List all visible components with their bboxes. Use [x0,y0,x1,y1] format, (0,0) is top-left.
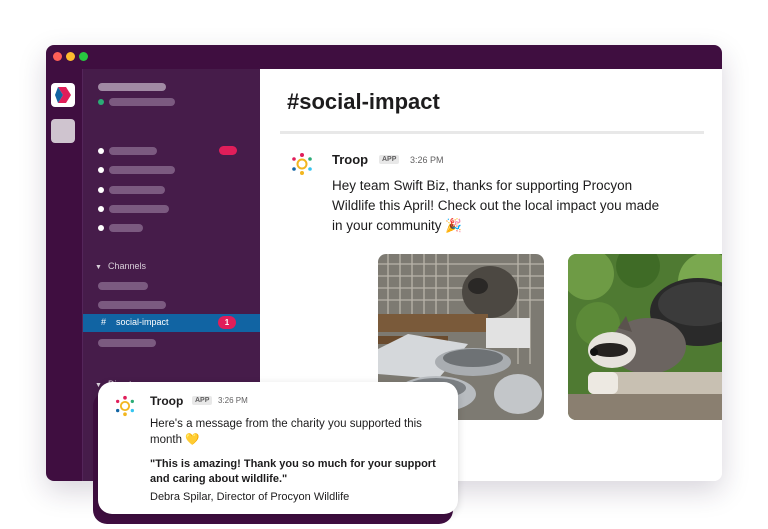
caret-down-icon: ▼ [95,264,102,271]
popup-quote: "This is amazing! Thank you so much for … [150,458,436,485]
channel-name: social-impact [116,317,169,327]
bullet-icon [98,148,104,154]
unread-badge: 1 [218,316,236,329]
bullet-icon [98,187,104,193]
message-sender[interactable]: Troop [332,152,368,167]
popup-intro: Here's a message from the charity you su… [150,418,422,446]
sidebar-item-placeholder[interactable] [109,166,175,174]
sidebar-channel-placeholder[interactable] [98,282,148,290]
hash-icon: # [101,317,107,327]
raccoon-in-bucket-photo[interactable] [568,254,722,420]
sidebar-channel-placeholder[interactable] [98,339,156,347]
title-bar [46,45,722,69]
troop-avatar-icon[interactable] [290,152,314,176]
message-body: Hey team Swift Biz, thanks for supportin… [332,178,660,233]
workspace-rail [46,69,83,481]
online-status-icon [98,99,104,105]
sidebar-item-placeholder[interactable] [109,205,169,213]
workspace-name-placeholder [98,83,166,91]
popup-timestamp[interactable]: 3:26 PM [218,396,248,405]
workspace-switcher-icon[interactable] [51,119,75,143]
channel-title: #social-impact [287,89,440,114]
bullet-icon [98,225,104,231]
popup-app-badge: APP [192,396,213,405]
notification-popup: Troop APP 3:26 PM Here's a message from … [98,382,458,514]
channels-section-header[interactable]: ▼ Channels [95,261,146,271]
troop-avatar-icon[interactable] [114,395,136,417]
sidebar-item-placeholder[interactable] [109,147,157,155]
bullet-icon [98,167,104,173]
sidebar-item-social-impact[interactable]: # social-impact 1 [83,314,260,332]
user-name-placeholder [109,98,175,106]
close-window-button[interactable] [53,52,62,61]
header-divider [280,131,704,134]
app-badge: APP [379,155,400,164]
channels-header-label: Channels [107,261,146,271]
maximize-window-button[interactable] [79,52,88,61]
workspace-logo-icon[interactable] [51,83,75,107]
popup-sender[interactable]: Troop [150,394,183,408]
popup-attribution: Debra Spilar, Director of Procyon Wildli… [150,491,350,503]
mention-indicator [219,146,237,155]
minimize-window-button[interactable] [66,52,75,61]
sidebar-item-placeholder[interactable] [109,224,143,232]
bullet-icon [98,206,104,212]
message-timestamp[interactable]: 3:26 PM [410,155,444,165]
sidebar-item-placeholder[interactable] [109,186,165,194]
sidebar-channel-placeholder[interactable] [98,301,166,309]
